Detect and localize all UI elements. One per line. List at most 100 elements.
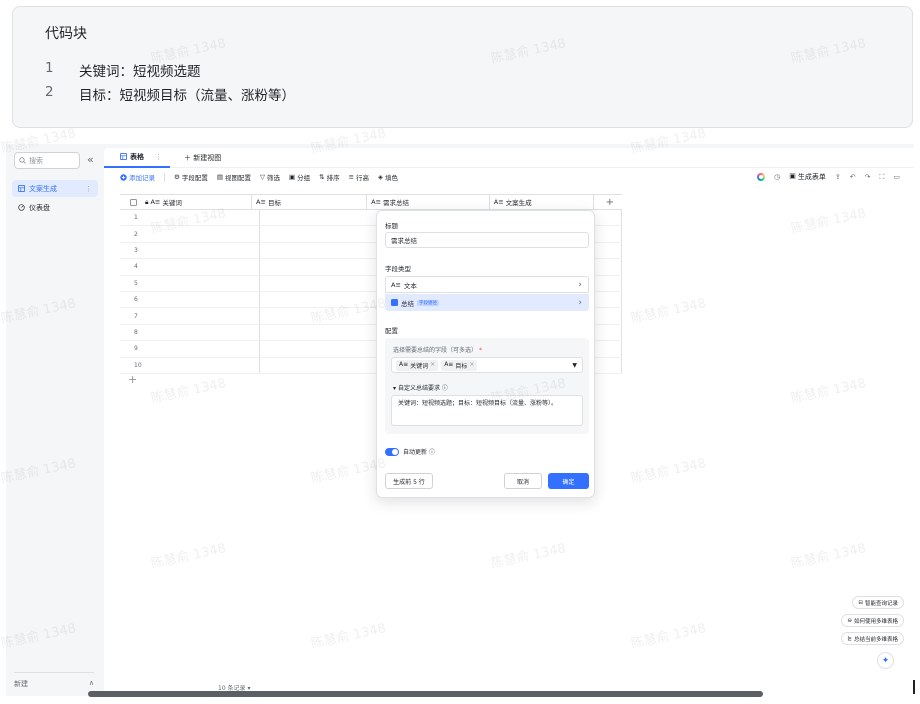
row-number-cell[interactable]: 5 (120, 275, 260, 291)
fields-multiselect[interactable]: A≡ 关键词 × A≡ 目标 × ▼ (391, 357, 583, 373)
table-cell[interactable] (260, 259, 382, 275)
redo-icon[interactable]: ↷ (865, 173, 871, 181)
form-icon: ▣ (789, 172, 796, 180)
cancel-button[interactable]: 取消 (504, 473, 542, 489)
tab-grid-view[interactable]: 表格 ⋮ (104, 148, 170, 168)
remove-chip-icon[interactable]: × (430, 361, 435, 370)
row-height-icon: ≡ (348, 173, 355, 181)
new-view-button[interactable]: ＋ 新建视图 (170, 153, 221, 163)
plus-icon: ＋ (184, 153, 191, 162)
add-record-button[interactable]: 添加记录 (120, 172, 155, 182)
search-placeholder: 搜索 (29, 156, 43, 165)
sort-button[interactable]: ⇅ 排序 (319, 172, 339, 182)
confirm-button[interactable]: 确定 (548, 473, 589, 489)
field-type-text-option[interactable]: A≡ 文本 › (385, 276, 589, 293)
fill-color-button[interactable]: ◈ 填色 (378, 172, 398, 182)
caret-down-icon: ▾ (393, 385, 397, 392)
table-cell[interactable] (260, 357, 382, 373)
column-title: 需求总结 (383, 199, 410, 207)
text-type-icon: A≡ (493, 198, 504, 206)
sidebar-item-dashboard[interactable]: 仪表盘 (12, 199, 98, 216)
row-number-cell[interactable]: 6 (120, 291, 260, 308)
share-icon[interactable]: ⇪ (835, 173, 841, 181)
field-chip: A≡ 目标 × (441, 359, 478, 371)
table-cell[interactable] (260, 242, 382, 259)
expand-icon[interactable]: ⛶ (879, 173, 884, 182)
column-header-copy[interactable]: A≡ 文案生成 (490, 195, 594, 209)
sidebar-item-copy-generation[interactable]: 文案生成 ⋮ (12, 180, 98, 197)
row-number-cell[interactable]: 4 (120, 259, 260, 275)
table-cell[interactable] (260, 308, 382, 324)
generate-form-button[interactable]: ▣ 生成表单 (789, 172, 826, 182)
row-number-cell[interactable]: 8 (120, 324, 260, 341)
plus-circle-icon (120, 173, 127, 181)
row-number-cell[interactable]: 2 (120, 226, 260, 242)
history-icon[interactable]: ◷ (774, 173, 780, 181)
field-type-summary-option[interactable]: 总结 字段捷径 › (385, 294, 589, 311)
text-type-icon: A≡ (256, 198, 266, 206)
chevron-right-icon: › (578, 297, 582, 308)
comment-icon[interactable]: ▭ (893, 173, 900, 181)
table-cell[interactable] (260, 275, 382, 291)
required-mark: * (478, 347, 482, 354)
sort-label: 排序 (326, 174, 340, 182)
summarize-table-button[interactable]: ⊵ 总结当前多维表格 (841, 632, 904, 645)
group-button[interactable]: ▣ 分组 (289, 172, 310, 182)
undo-icon[interactable]: ↶ (850, 173, 856, 181)
chevron-up-icon[interactable]: ∧ (89, 679, 94, 689)
row-number-cell[interactable]: 1 (120, 210, 260, 226)
new-button[interactable]: 新建 (14, 679, 28, 689)
table-cell[interactable] (260, 291, 382, 308)
smart-query-button[interactable]: ⊟ 智能查询记录 (852, 596, 904, 609)
horizontal-scrollbar[interactable] (88, 691, 763, 697)
paint-bucket-icon: ◈ (378, 173, 384, 181)
option-label: 总结 (401, 299, 414, 308)
remove-chip-icon[interactable]: × (469, 361, 474, 370)
sort-icon: ⇅ (319, 173, 325, 181)
view-config-button[interactable]: ▤ 视图配置 (217, 172, 251, 182)
table-cell[interactable] (260, 210, 382, 226)
table-cell[interactable] (260, 341, 382, 357)
search-input[interactable]: 搜索 (14, 152, 80, 169)
collapse-sidebar-icon[interactable]: « (87, 153, 94, 166)
dashboard-icon (18, 204, 25, 211)
group-icon: ▣ (288, 173, 296, 181)
more-icon[interactable]: ⋮ (85, 185, 92, 193)
new-view-label: 新建视图 (193, 153, 222, 162)
info-icon: ⓘ (428, 449, 435, 456)
table-icon (120, 153, 127, 160)
sidebar-footer: 新建 ∧ (14, 672, 94, 689)
sparkle-icon: ✦ (881, 655, 890, 666)
column-header-goal[interactable]: A≡ 目标 (252, 195, 368, 209)
text-type-icon: A≡ (391, 280, 401, 289)
ai-logo-icon[interactable] (757, 173, 766, 181)
code-block-title: 代码块 (45, 26, 87, 42)
column-header-keyword[interactable]: 🔒︎ A≡ 关键词 (120, 195, 253, 209)
tab-label: 表格 (130, 152, 144, 161)
how-to-use-button[interactable]: ⊖ 如何使用多维表格 (841, 614, 904, 627)
add-column-button[interactable]: + (594, 195, 622, 209)
chip-label: 目标 (455, 362, 468, 370)
filter-button[interactable]: ▽ 筛选 (260, 172, 280, 182)
layout-icon: ▤ (216, 173, 223, 181)
row-number-cell[interactable]: 9 (120, 341, 260, 357)
generate-form-label: 生成表单 (797, 173, 826, 181)
row-number-cell[interactable]: 7 (120, 308, 260, 324)
generate-first-rows-button[interactable]: 生成前 5 行 (385, 473, 433, 489)
row-number-cell[interactable]: 10 (120, 357, 260, 373)
custom-requirements-toggle[interactable]: ▾ 自定义总结要求 ⓘ (393, 383, 448, 392)
custom-requirements-textarea[interactable]: 关键词：短视频选题；目标：短视频目标（流量、涨粉等）。 (391, 395, 583, 426)
row-height-label: 行高 (356, 174, 370, 182)
row-number-cell[interactable]: 3 (120, 242, 260, 259)
select-all-checkbox[interactable] (130, 198, 137, 206)
column-header-summary[interactable]: A≡ 需求总结 (367, 195, 490, 209)
ai-assistant-button[interactable]: ✦ (877, 652, 894, 669)
chevron-right-icon: › (578, 279, 582, 290)
row-height-button[interactable]: ≡ 行高 (349, 172, 369, 182)
title-input[interactable]: 需求总结 (385, 232, 589, 248)
field-config-button[interactable]: ⚙ 字段配置 (174, 172, 208, 182)
auto-update-toggle[interactable] (385, 448, 399, 456)
more-icon[interactable]: ⋮ (155, 153, 162, 161)
table-cell[interactable] (260, 324, 382, 341)
table-cell[interactable] (260, 226, 382, 242)
